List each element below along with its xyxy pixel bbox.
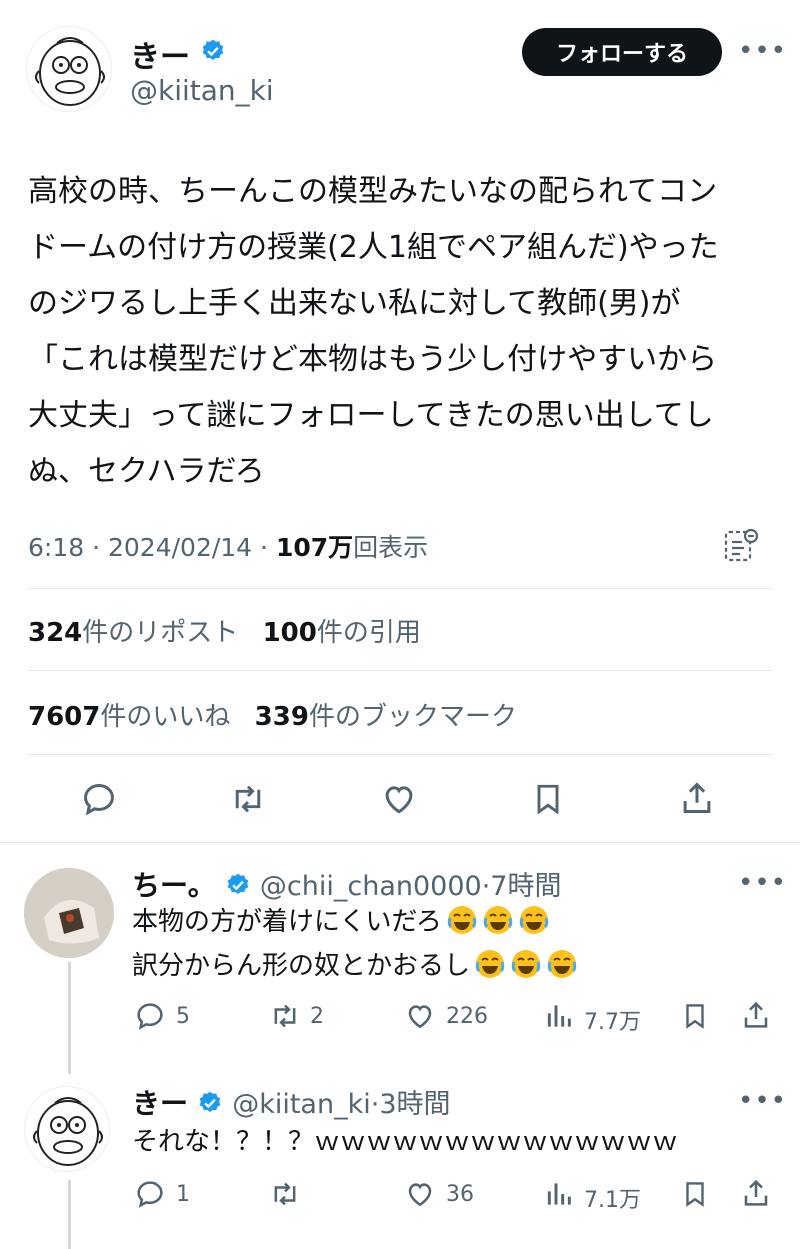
reply-text-line: 訳分からん形の奴とかおるし [132,944,578,988]
share-icon[interactable] [678,778,716,818]
thread-line [68,962,71,1074]
reply-count: 5 [176,1004,190,1029]
doodle-face-icon [35,37,105,106]
more-options-icon[interactable]: ••• [738,36,787,66]
like-label: 件のいいね [100,702,231,732]
follow-button[interactable]: フォローする [522,28,722,76]
like-count: 36 [446,1182,474,1207]
like-stat[interactable]: 7607件のいいね [28,702,230,732]
author-handle[interactable]: @kiitan_ki [130,74,274,107]
divider [28,588,772,589]
doodle-face-icon [33,1097,103,1166]
meta-separator: · [260,533,268,562]
view-count: 7.7万 [584,1010,641,1035]
quote-label: 件の引用 [316,618,421,648]
like-count: 7607 [28,702,101,732]
reply-time[interactable]: ·3時間 [371,1089,451,1120]
divider [28,754,772,755]
bookmark-icon[interactable] [530,780,566,818]
repost-icon[interactable] [268,1178,302,1210]
views-chart-icon[interactable] [544,1178,576,1210]
post-time[interactable]: 6:18 [28,533,84,562]
post-body-line: 高校の時、ちーんこの模型みたいなの配られてコン [28,174,718,209]
view-count-label: 回表示 [353,533,429,562]
reply-author-handle[interactable]: @kiitan_ki [232,1089,371,1120]
laughing-emoji-icon [478,906,514,937]
repost-count: 324 [28,618,83,648]
post-body-line: のジワるし上手く出来ない私に対して教師(男)が [28,286,681,321]
post-date[interactable]: 2024/02/14 [108,533,252,562]
repost-icon[interactable] [268,1000,302,1032]
like-icon[interactable] [404,1178,436,1210]
post-body-line: 大丈夫」って謎にフォローしてきたの思い出してし [28,398,714,433]
post-body-line: ぬ、セクハラだろ [28,454,265,489]
reply-header: きー @kiitan_ki·3時間 [132,1082,451,1122]
bookmark-count: 339 [254,702,309,732]
repost-label: 件のリポスト [82,618,239,648]
author-avatar[interactable] [26,26,112,112]
view-count: 7.1万 [584,1188,641,1213]
reply-body: 本物の方が着けにくいだろ 訳分からん形の奴とかおるし [132,900,578,988]
share-icon[interactable] [740,998,772,1032]
stats-row-likes: 7607件のいいね 339件のブックマーク [28,696,517,733]
verified-badge-icon [225,872,251,898]
analytics-icon[interactable] [722,526,760,564]
author-name[interactable]: きー [130,32,190,76]
verified-badge-icon [200,38,226,64]
reply-count: 1 [176,1182,190,1207]
thread-line [68,1180,71,1249]
reply-author-name[interactable]: きー [132,1087,188,1120]
bookmark-label: 件のブックマーク [308,702,517,732]
verified-badge-icon [197,1090,223,1116]
views-chart-icon[interactable] [544,1000,576,1032]
bookmark-stat[interactable]: 339件のブックマーク [255,702,517,732]
reply-author-handle[interactable]: @chii_chan0000 [260,871,482,902]
repost-icon[interactable] [228,780,268,818]
like-icon[interactable] [404,1000,436,1032]
divider [0,842,800,843]
bookmark-icon[interactable] [680,1178,710,1210]
repost-count: 2 [310,1004,324,1029]
laughing-emoji-icon [470,950,506,981]
reply-icon[interactable] [134,1178,166,1210]
share-icon[interactable] [740,1176,772,1210]
quote-count: 100 [262,618,317,648]
repost-stat[interactable]: 324件のリポスト [28,618,238,648]
reply-time[interactable]: ·7時間 [482,871,562,902]
bookmark-icon[interactable] [680,1000,710,1032]
reply-text-line: それな！？！？ｗｗｗｗｗｗｗｗｗｗｗｗｗｗ [132,1127,679,1157]
meta-separator: · [92,533,101,562]
reply-icon[interactable] [80,780,118,818]
laughing-emoji-icon [542,950,578,981]
view-count: 107万 [275,533,354,562]
reply-avatar[interactable] [24,1086,110,1172]
post-body-line: 「これは模型だけど本物はもう少し付けやすいから [28,342,718,377]
reply-header: ちー。 @chii_chan0000·7時間 [132,864,561,904]
reply-avatar[interactable] [24,868,114,958]
stats-row-reposts: 324件のリポスト 100件の引用 [28,612,421,649]
laughing-emoji-icon [514,906,550,937]
laughing-emoji-icon [442,906,478,937]
post-body: 高校の時、ちーんこの模型みたいなの配られてコン ドームの付け方の授業(2人1組で… [28,164,719,500]
divider [28,670,772,671]
reply-text-line: 本物の方が着けにくいだろ [132,900,578,944]
photo-avatar-icon [24,868,114,958]
laughing-emoji-icon [506,950,542,981]
reply-body: それな！？！？ｗｗｗｗｗｗｗｗｗｗｗｗｗｗ [132,1120,678,1164]
reply-more-icon[interactable]: ••• [738,1086,787,1116]
quote-stat[interactable]: 100件の引用 [263,618,421,648]
like-icon[interactable] [380,780,418,818]
like-count: 226 [446,1004,488,1029]
post-body-line: ドームの付け方の授業(2人1組でペア組んだ)やった [28,230,719,265]
reply-author-name[interactable]: ちー。 [132,869,216,902]
reply-icon[interactable] [134,1000,166,1032]
post-meta: 6:18 · 2024/02/14 · 107万回表示 [28,528,428,564]
reply-more-icon[interactable]: ••• [738,868,787,898]
